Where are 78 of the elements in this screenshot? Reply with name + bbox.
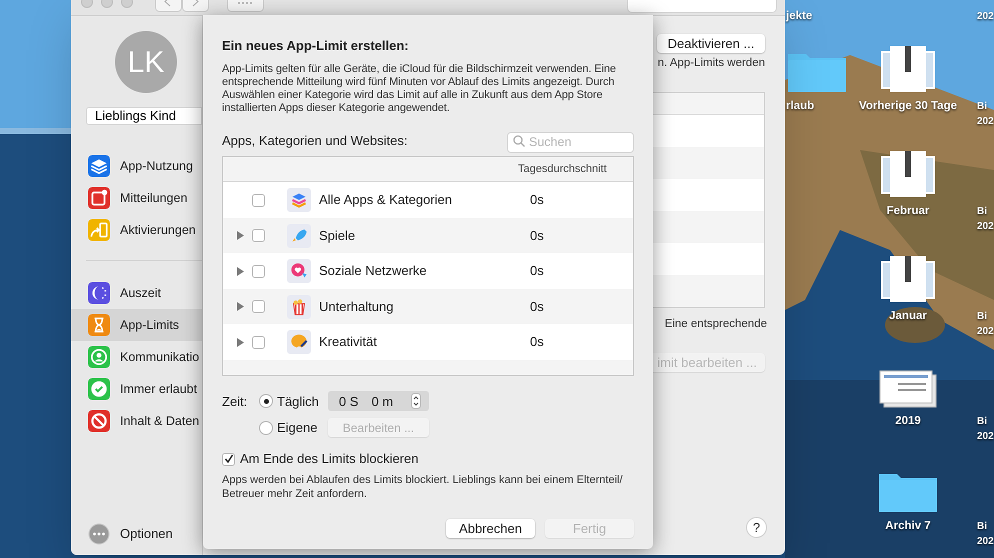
daily-average: 0s [530, 226, 544, 245]
checkbox[interactable] [252, 264, 265, 278]
user-name-field[interactable]: Lieblings Kind [86, 107, 202, 125]
disclosure-triangle-icon[interactable] [237, 338, 244, 347]
disclosure-triangle-icon[interactable] [237, 231, 244, 240]
zip-file-icon[interactable] [878, 149, 938, 199]
category-name: Alle Apps & Kategorien [319, 191, 453, 210]
table-row[interactable]: Unterhaltung 0s [223, 288, 633, 324]
icon-label: Archiv 7 [885, 519, 931, 534]
description-text: Eine entsprechende [664, 317, 767, 332]
icon-label: rlaub [786, 99, 814, 114]
help-button[interactable]: ? [746, 517, 767, 538]
sidebar-item[interactable]: Immer erlaubt [71, 373, 202, 405]
table-row[interactable]: Spiele 0s [223, 218, 633, 254]
icon-label: 202 [977, 10, 994, 24]
time-label: Zeit: [222, 392, 248, 411]
checkbox[interactable] [252, 194, 265, 207]
checkmark-icon [224, 454, 234, 464]
cancel-button[interactable]: Abbrechen [446, 518, 535, 538]
icon-label: Februar [886, 204, 930, 219]
zip-file-icon[interactable] [878, 44, 938, 94]
rocket-icon [287, 224, 311, 248]
sidebar-item[interactable]: App-Nutzung [71, 150, 202, 182]
checkbox[interactable] [252, 229, 265, 242]
deactivate-button[interactable]: Deaktivieren ... [657, 34, 765, 53]
list-label: Apps, Kategorien und Websites: [222, 132, 408, 150]
sidebar-item[interactable]: App-Limits [71, 309, 202, 341]
palette-icon [287, 330, 311, 354]
icon-label: 202 [977, 535, 994, 549]
options-button[interactable]: Optionen [120, 524, 173, 544]
minutes-value: 0 m [371, 392, 394, 411]
hours-value: 0 S [338, 392, 358, 411]
disclosure-triangle-icon[interactable] [237, 302, 244, 312]
disclosure-triangle-icon[interactable] [237, 266, 244, 276]
search-field[interactable]: Suchen [507, 132, 634, 153]
daily-average: 0s [530, 262, 544, 280]
time-stepper[interactable]: 0 S 0 m [328, 391, 429, 412]
search-icon [513, 135, 525, 148]
sidebar-item[interactable]: Auszeit [71, 277, 202, 309]
dialog-title: Ein neues App-Limit erstellen: [222, 37, 410, 55]
block-note: Apps werden bei Ablaufen des Limits blockiert. Lieblings kann bei einem Elternteil/ Betreuer mehr Zeit anfordern. [222, 472, 624, 501]
radio-option[interactable]: Eigene [259, 418, 319, 438]
icon-label: 202 [977, 325, 994, 339]
stack-icon [287, 188, 311, 212]
icon-label: Januar [889, 309, 927, 324]
sidebar-item[interactable]: Aktivierungen [71, 214, 202, 246]
icon-label: Bi [977, 310, 988, 324]
avatar: LK [115, 31, 177, 93]
description-text: n. App-Limits werden [658, 56, 765, 71]
daily-average: 0s [530, 333, 544, 352]
category-name: Kreativität [319, 333, 378, 352]
category-name: Spiele [319, 226, 356, 245]
icon-label: Vorherige 30 Tage [859, 99, 957, 114]
column-header[interactable]: Tagesdurchschnitt [518, 161, 607, 178]
sidebar-item[interactable]: Kommunikatio [71, 341, 202, 373]
checkbox[interactable] [252, 336, 265, 349]
sidebar-item[interactable]: Inhalt & Daten [71, 405, 202, 437]
block-checkbox[interactable]: Am Ende des Limits blockieren [222, 449, 634, 469]
popcorn-icon [287, 294, 311, 319]
icon-label: Bi [977, 520, 988, 534]
stepper-arrows-icon [410, 393, 421, 410]
icon-label: Bi [977, 415, 988, 429]
icon-label: 2019 [895, 414, 921, 429]
daily-average: 0s [530, 191, 544, 210]
zip-file-icon[interactable] [878, 254, 938, 304]
icon-label: 202 [977, 115, 994, 129]
category-name: Soziale Netzwerke [319, 262, 428, 280]
daily-average: 0s [530, 298, 544, 316]
dialog-description: App-Limits gelten für alle Geräte, die iCloud für die Bildschirmzeit verwenden. Eine entsprechende Mitteilung wird fünf Minuten vor Ablauf des Limits angezeigt. Durch Auswählen einer Kategorie wird das Limit auf alle in Zukunft aus dem App Store installierten Apps dieser Kategorie angewendet. [222, 62, 617, 116]
icon-label: jekte [786, 9, 812, 24]
icon-label: Bi [977, 205, 988, 219]
sidebar-item[interactable]: Mitteilungen [71, 182, 202, 214]
category-name: Unterhaltung [319, 298, 394, 316]
icon-label: 202 [977, 430, 994, 444]
radio-option[interactable]: Täglich [259, 392, 319, 411]
checkbox[interactable] [252, 300, 265, 314]
more-icon [88, 523, 110, 545]
icon-label: 202 [977, 220, 994, 234]
